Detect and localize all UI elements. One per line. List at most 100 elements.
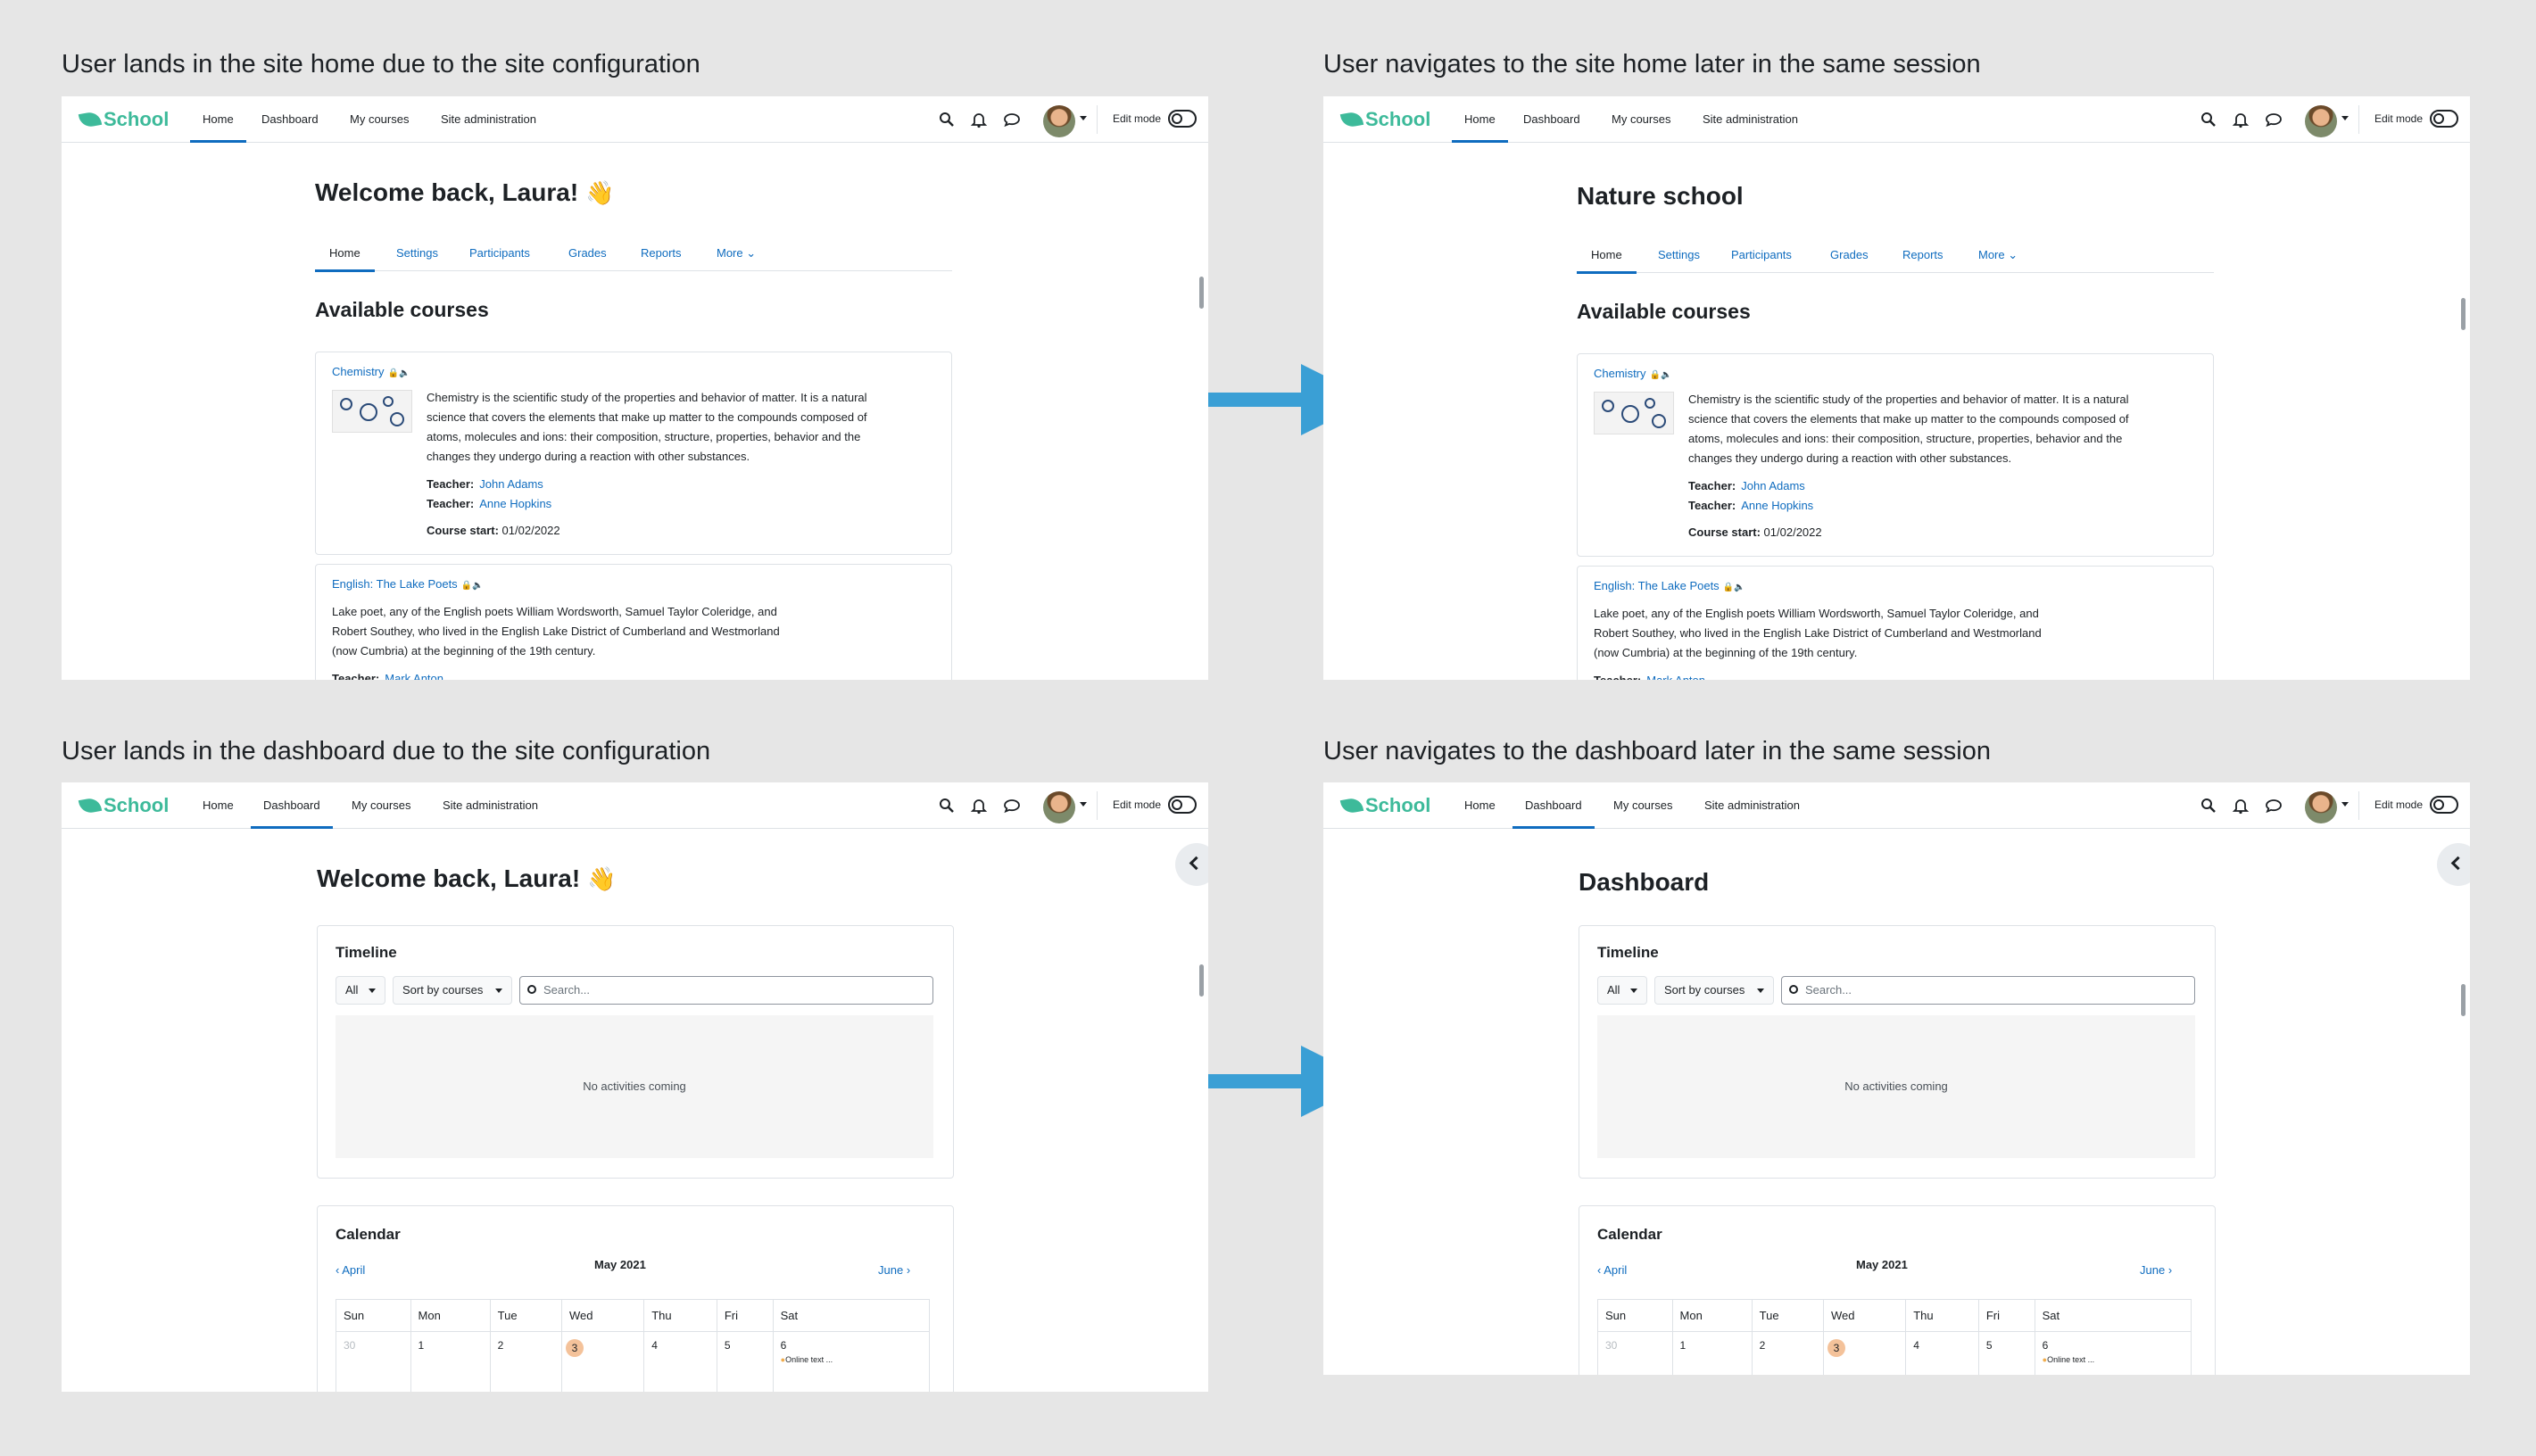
course-link[interactable]: English: The Lake Poets 🔒🔈 [332, 577, 484, 591]
nav-home[interactable]: Home [1464, 782, 1496, 829]
teacher-link[interactable]: John Adams [1741, 479, 1805, 492]
calendar-day[interactable]: 6Online text ... [772, 1331, 931, 1392]
calendar-day[interactable]: 2 [1751, 1331, 1824, 1375]
calendar-day[interactable]: 1 [410, 1331, 491, 1392]
tab-home[interactable]: Home [315, 236, 375, 272]
site-logo[interactable]: School [78, 793, 169, 818]
bell-icon[interactable] [970, 797, 988, 815]
nav-my-courses[interactable]: My courses [1612, 96, 1670, 143]
chevron-down-icon[interactable] [2341, 802, 2349, 807]
chevron-left-icon [1189, 856, 1204, 871]
avatar[interactable] [2305, 105, 2337, 137]
teacher-link[interactable]: Mark Anton [385, 672, 443, 680]
chevron-down-icon[interactable] [1080, 802, 1087, 807]
calendar-day[interactable]: 30 [336, 1331, 411, 1392]
bell-icon[interactable] [970, 111, 988, 128]
nav-my-courses[interactable]: My courses [352, 782, 410, 829]
message-icon[interactable] [2265, 797, 2283, 815]
bell-icon[interactable] [2232, 111, 2250, 128]
nav-my-courses[interactable]: My courses [1613, 782, 1672, 829]
nav-dashboard[interactable]: Dashboard [1512, 782, 1595, 829]
course-link[interactable]: Chemistry 🔒🔈 [332, 365, 410, 378]
search-icon[interactable] [938, 797, 956, 815]
nav-home[interactable]: Home [1452, 96, 1508, 143]
search-icon[interactable] [2200, 797, 2217, 815]
calendar-prev-link[interactable]: ‹ April [1597, 1263, 1627, 1277]
chevron-down-icon[interactable] [1080, 116, 1087, 120]
search-input[interactable]: Search... [1781, 976, 2195, 1005]
edit-mode-toggle[interactable] [2430, 110, 2458, 128]
teacher-link[interactable]: John Adams [479, 477, 543, 491]
tab-more[interactable]: More ⌄ [717, 236, 756, 271]
drawer-toggle-button[interactable] [1175, 843, 1208, 886]
calendar-prev-link[interactable]: ‹ April [336, 1263, 365, 1277]
tab-reports[interactable]: Reports [641, 236, 682, 271]
search-icon[interactable] [2200, 111, 2217, 128]
nav-site-administration[interactable]: Site administration [441, 96, 536, 143]
filter-dropdown[interactable]: All [336, 976, 385, 1005]
site-logo[interactable]: School [1339, 793, 1430, 818]
site-logo[interactable]: School [1339, 107, 1430, 132]
sort-dropdown[interactable]: Sort by courses [393, 976, 512, 1005]
calendar-day[interactable]: 3 [1822, 1331, 1907, 1375]
calendar-day[interactable]: 4 [643, 1331, 717, 1392]
tab-settings[interactable]: Settings [1658, 237, 1700, 273]
tab-reports[interactable]: Reports [1902, 237, 1943, 273]
calendar-day[interactable]: 5 [1977, 1331, 2035, 1375]
nav-dashboard[interactable]: Dashboard [261, 96, 319, 143]
scrollbar[interactable] [2461, 984, 2466, 1016]
tab-participants[interactable]: Participants [1731, 237, 1792, 273]
nav-site-administration[interactable]: Site administration [443, 782, 538, 829]
calendar-event[interactable]: Online text ... [781, 1355, 929, 1364]
teacher-link[interactable]: Anne Hopkins [479, 497, 551, 510]
calendar-day[interactable]: 3 [560, 1331, 645, 1392]
nav-my-courses[interactable]: My courses [350, 96, 409, 143]
teacher-link[interactable]: Anne Hopkins [1741, 499, 1813, 512]
calendar-day[interactable]: 1 [1671, 1331, 1753, 1375]
message-icon[interactable] [2265, 111, 2283, 128]
chevron-down-icon[interactable] [2341, 116, 2349, 120]
tab-more[interactable]: More ⌄ [1978, 237, 2018, 273]
nav-site-administration[interactable]: Site administration [1704, 782, 1800, 829]
weekday: Thu [643, 1299, 717, 1332]
calendar-day[interactable]: 4 [1905, 1331, 1979, 1375]
nav-dashboard[interactable]: Dashboard [1523, 96, 1580, 143]
scrollbar[interactable] [1199, 964, 1204, 997]
search-input[interactable]: Search... [519, 976, 933, 1005]
course-link[interactable]: English: The Lake Poets 🔒🔈 [1594, 579, 1745, 592]
calendar-day[interactable]: 2 [489, 1331, 562, 1392]
avatar[interactable] [1043, 105, 1075, 137]
scrollbar[interactable] [1199, 277, 1204, 309]
course-link[interactable]: Chemistry 🔒🔈 [1594, 367, 1671, 380]
sort-dropdown[interactable]: Sort by courses [1654, 976, 1774, 1005]
calendar-day[interactable]: 6Online text ... [2034, 1331, 2192, 1375]
avatar[interactable] [1043, 791, 1075, 823]
edit-mode-toggle[interactable] [2430, 796, 2458, 814]
calendar-day[interactable]: 5 [716, 1331, 774, 1392]
nav-home[interactable]: Home [190, 96, 246, 143]
nav-home[interactable]: Home [203, 782, 234, 829]
teacher-link[interactable]: Mark Anton [1646, 674, 1705, 680]
drawer-toggle-button[interactable] [2437, 843, 2470, 886]
scrollbar[interactable] [2461, 298, 2466, 330]
nav-site-administration[interactable]: Site administration [1703, 96, 1798, 143]
edit-mode-toggle[interactable] [1168, 110, 1197, 128]
tab-participants[interactable]: Participants [469, 236, 530, 271]
tab-settings[interactable]: Settings [396, 236, 438, 271]
calendar-next-link[interactable]: June › [878, 1263, 910, 1277]
site-logo[interactable]: School [78, 107, 169, 132]
search-icon[interactable] [938, 111, 956, 128]
tab-grades[interactable]: Grades [1830, 237, 1869, 273]
nav-dashboard[interactable]: Dashboard [251, 782, 333, 829]
tab-grades[interactable]: Grades [568, 236, 607, 271]
message-icon[interactable] [1003, 797, 1021, 815]
bell-icon[interactable] [2232, 797, 2250, 815]
edit-mode-toggle[interactable] [1168, 796, 1197, 814]
filter-dropdown[interactable]: All [1597, 976, 1647, 1005]
calendar-day[interactable]: 30 [1597, 1331, 1673, 1375]
calendar-next-link[interactable]: June › [2140, 1263, 2172, 1277]
tab-home[interactable]: Home [1577, 237, 1637, 274]
avatar[interactable] [2305, 791, 2337, 823]
calendar-event[interactable]: Online text ... [2043, 1355, 2191, 1364]
message-icon[interactable] [1003, 111, 1021, 128]
